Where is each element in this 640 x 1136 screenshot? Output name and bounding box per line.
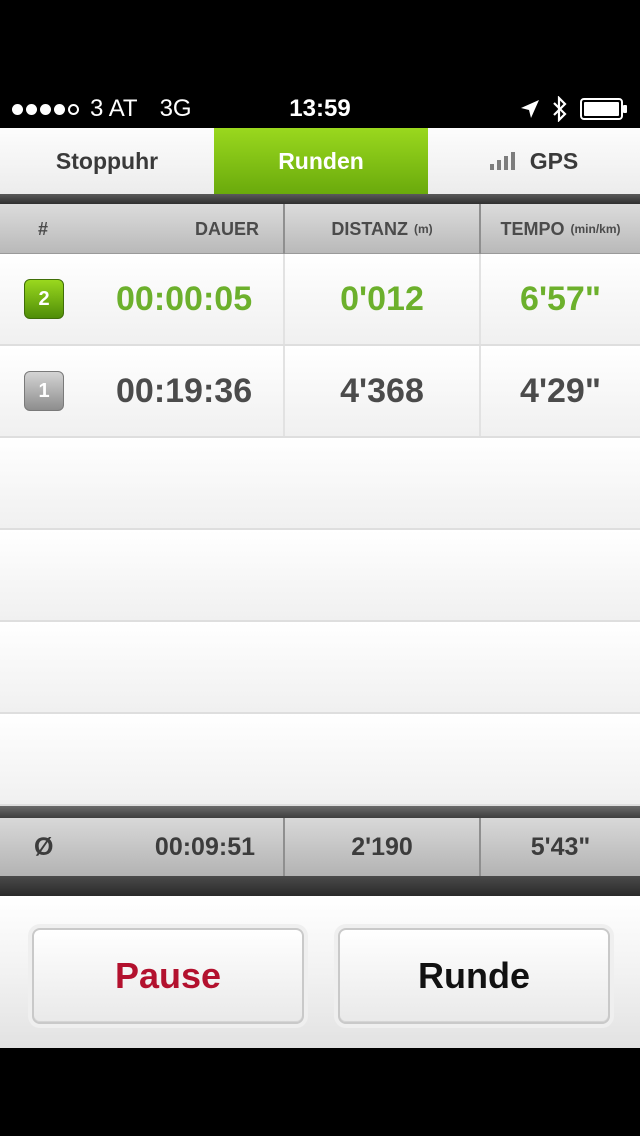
header-number: # xyxy=(38,218,49,239)
average-distance: 2'190 xyxy=(285,818,481,876)
tab-label: GPS xyxy=(529,147,579,174)
lap-duration: 00:00:05 xyxy=(116,280,253,318)
header-pace-label: TEMPO xyxy=(500,218,565,239)
tab-runden[interactable]: Runden xyxy=(214,128,428,194)
lap-duration: 00:19:36 xyxy=(116,372,253,410)
divider xyxy=(0,876,640,896)
lap-number-badge: 2 xyxy=(24,279,64,319)
divider xyxy=(0,194,640,204)
lap-pace: 6'57" xyxy=(520,279,601,318)
empty-row xyxy=(0,714,640,806)
pause-button[interactable]: Pause xyxy=(32,928,304,1024)
divider xyxy=(0,806,640,818)
status-bar: 3 AT 3G 13:59 xyxy=(0,88,640,128)
lap-button[interactable]: Runde xyxy=(338,928,610,1024)
column-header: # DAUER DISTANZ (m) TEMPO (min/km) xyxy=(0,204,640,254)
average-symbol: Ø xyxy=(34,832,54,861)
lap-row[interactable]: 2 00:00:05 0'012 6'57" xyxy=(0,254,640,346)
top-black-area xyxy=(0,0,640,88)
lap-distance: 4'368 xyxy=(285,346,481,436)
lap-number-badge: 1 xyxy=(24,371,64,411)
button-bar: Pause Runde xyxy=(0,896,640,1048)
average-duration-cell: Ø 00:09:51 xyxy=(0,818,285,876)
header-pace-unit: (min/km) xyxy=(570,222,621,236)
tab-label: Runden xyxy=(278,147,364,174)
empty-row xyxy=(0,438,640,530)
lap-distance: 0'012 xyxy=(285,254,481,344)
bluetooth-icon xyxy=(553,96,567,122)
header-distance: DISTANZ (m) xyxy=(285,204,481,254)
signal-bars-icon xyxy=(489,152,518,170)
empty-row xyxy=(0,622,640,714)
location-arrow-icon xyxy=(521,100,539,118)
lap-list: 2 00:00:05 0'012 6'57" 1 00:19:36 4'368 … xyxy=(0,254,640,806)
bottom-black-area xyxy=(0,1048,640,1136)
header-duration: DAUER xyxy=(194,218,259,239)
tab-gps[interactable]: GPS xyxy=(428,128,640,194)
average-row: Ø 00:09:51 2'190 5'43" xyxy=(0,818,640,876)
header-distance-unit: (m) xyxy=(414,222,433,236)
lap-number-duration: 1 00:19:36 xyxy=(0,346,285,436)
tab-stoppuhr[interactable]: Stoppuhr xyxy=(0,128,214,194)
status-right xyxy=(520,96,628,122)
battery-icon xyxy=(580,98,627,120)
empty-row xyxy=(0,530,640,622)
average-duration: 00:09:51 xyxy=(154,832,255,861)
average-pace: 5'43" xyxy=(530,832,591,861)
lap-row[interactable]: 1 00:19:36 4'368 4'29" xyxy=(0,346,640,438)
lap-pace: 4'29" xyxy=(520,371,601,410)
header-number-duration: # DAUER xyxy=(0,204,285,254)
tab-bar: Stoppuhr Runden GPS xyxy=(0,128,640,194)
header-distance-label: DISTANZ xyxy=(331,218,408,239)
lap-number-duration: 2 00:00:05 xyxy=(0,254,285,344)
header-pace: TEMPO (min/km) xyxy=(481,204,640,254)
tab-label: Stoppuhr xyxy=(55,147,159,174)
